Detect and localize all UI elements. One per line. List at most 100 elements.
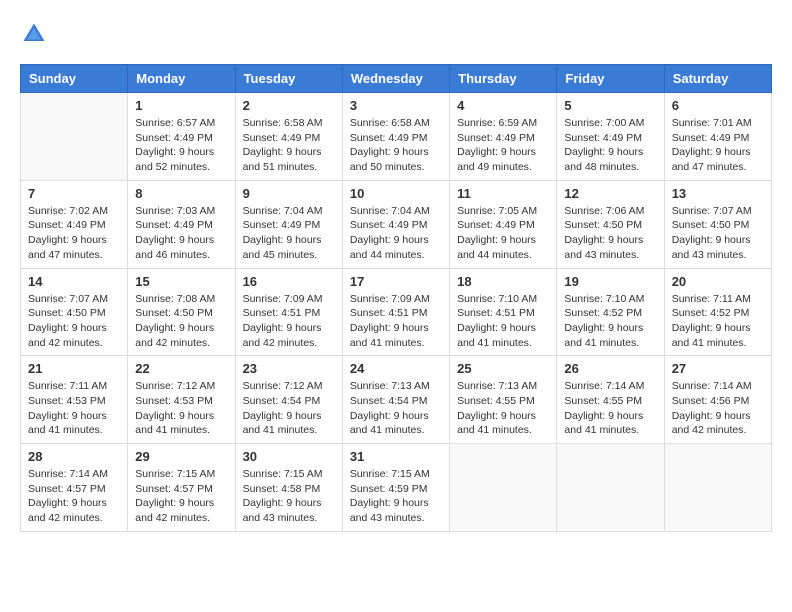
logo <box>20 20 52 48</box>
day-number: 31 <box>350 449 442 464</box>
weekday-header: Saturday <box>664 65 771 93</box>
day-number: 3 <box>350 98 442 113</box>
day-info: Sunrise: 7:12 AMSunset: 4:53 PMDaylight:… <box>135 379 227 438</box>
calendar-cell: 30 Sunrise: 7:15 AMSunset: 4:58 PMDayligh… <box>235 444 342 532</box>
day-info: Sunrise: 7:09 AMSunset: 4:51 PMDaylight:… <box>243 292 335 351</box>
calendar-cell: 10 Sunrise: 7:04 AMSunset: 4:49 PMDayligh… <box>342 180 449 268</box>
day-number: 15 <box>135 274 227 289</box>
day-number: 2 <box>243 98 335 113</box>
calendar-cell: 28 Sunrise: 7:14 AMSunset: 4:57 PMDayligh… <box>21 444 128 532</box>
day-number: 22 <box>135 361 227 376</box>
day-number: 21 <box>28 361 120 376</box>
day-number: 16 <box>243 274 335 289</box>
day-number: 17 <box>350 274 442 289</box>
weekday-header: Friday <box>557 65 664 93</box>
day-number: 10 <box>350 186 442 201</box>
day-info: Sunrise: 6:57 AMSunset: 4:49 PMDaylight:… <box>135 116 227 175</box>
day-number: 25 <box>457 361 549 376</box>
day-info: Sunrise: 7:01 AMSunset: 4:49 PMDaylight:… <box>672 116 764 175</box>
day-number: 13 <box>672 186 764 201</box>
calendar-cell: 15 Sunrise: 7:08 AMSunset: 4:50 PMDayligh… <box>128 268 235 356</box>
day-info: Sunrise: 7:15 AMSunset: 4:58 PMDaylight:… <box>243 467 335 526</box>
page-header <box>20 20 772 48</box>
calendar-week-row: 7 Sunrise: 7:02 AMSunset: 4:49 PMDaylight… <box>21 180 772 268</box>
day-info: Sunrise: 7:06 AMSunset: 4:50 PMDaylight:… <box>564 204 656 263</box>
logo-icon <box>20 20 48 48</box>
day-number: 11 <box>457 186 549 201</box>
weekday-header: Tuesday <box>235 65 342 93</box>
day-number: 18 <box>457 274 549 289</box>
calendar-cell: 5 Sunrise: 7:00 AMSunset: 4:49 PMDaylight… <box>557 93 664 181</box>
calendar-table: SundayMondayTuesdayWednesdayThursdayFrid… <box>20 64 772 532</box>
day-info: Sunrise: 7:14 AMSunset: 4:56 PMDaylight:… <box>672 379 764 438</box>
day-info: Sunrise: 7:13 AMSunset: 4:55 PMDaylight:… <box>457 379 549 438</box>
calendar-week-row: 1 Sunrise: 6:57 AMSunset: 4:49 PMDaylight… <box>21 93 772 181</box>
day-info: Sunrise: 7:14 AMSunset: 4:57 PMDaylight:… <box>28 467 120 526</box>
calendar-cell: 23Sunrise: 7:12 AMSunset: 4:54 PMDayligh… <box>235 356 342 444</box>
day-info: Sunrise: 7:14 AMSunset: 4:55 PMDaylight:… <box>564 379 656 438</box>
day-number: 26 <box>564 361 656 376</box>
day-number: 1 <box>135 98 227 113</box>
calendar-cell: 22 Sunrise: 7:12 AMSunset: 4:53 PMDayligh… <box>128 356 235 444</box>
day-info: Sunrise: 6:58 AMSunset: 4:49 PMDaylight:… <box>350 116 442 175</box>
day-info: Sunrise: 7:13 AMSunset: 4:54 PMDaylight:… <box>350 379 442 438</box>
day-number: 24 <box>350 361 442 376</box>
calendar-cell <box>664 444 771 532</box>
calendar-cell: 18 Sunrise: 7:10 AMSunset: 4:51 PMDayligh… <box>450 268 557 356</box>
calendar-cell: 29Sunrise: 7:15 AMSunset: 4:57 PMDayligh… <box>128 444 235 532</box>
calendar-week-row: 21 Sunrise: 7:11 AMSunset: 4:53 PMDayligh… <box>21 356 772 444</box>
day-number: 5 <box>564 98 656 113</box>
day-info: Sunrise: 7:11 AMSunset: 4:53 PMDaylight:… <box>28 379 120 438</box>
day-number: 19 <box>564 274 656 289</box>
calendar-cell: 13Sunrise: 7:07 AMSunset: 4:50 PMDayligh… <box>664 180 771 268</box>
calendar-cell: 21 Sunrise: 7:11 AMSunset: 4:53 PMDayligh… <box>21 356 128 444</box>
calendar-cell: 25 Sunrise: 7:13 AMSunset: 4:55 PMDayligh… <box>450 356 557 444</box>
calendar-cell: 19 Sunrise: 7:10 AMSunset: 4:52 PMDayligh… <box>557 268 664 356</box>
day-info: Sunrise: 7:10 AMSunset: 4:52 PMDaylight:… <box>564 292 656 351</box>
day-info: Sunrise: 7:10 AMSunset: 4:51 PMDaylight:… <box>457 292 549 351</box>
day-info: Sunrise: 7:11 AMSunset: 4:52 PMDaylight:… <box>672 292 764 351</box>
day-info: Sunrise: 7:04 AMSunset: 4:49 PMDaylight:… <box>350 204 442 263</box>
day-number: 12 <box>564 186 656 201</box>
calendar-cell: 3 Sunrise: 6:58 AMSunset: 4:49 PMDaylight… <box>342 93 449 181</box>
day-info: Sunrise: 7:04 AMSunset: 4:49 PMDaylight:… <box>243 204 335 263</box>
day-info: Sunrise: 7:07 AMSunset: 4:50 PMDaylight:… <box>28 292 120 351</box>
day-number: 28 <box>28 449 120 464</box>
day-number: 6 <box>672 98 764 113</box>
calendar-cell: 2 Sunrise: 6:58 AMSunset: 4:49 PMDaylight… <box>235 93 342 181</box>
day-number: 8 <box>135 186 227 201</box>
day-info: Sunrise: 7:08 AMSunset: 4:50 PMDaylight:… <box>135 292 227 351</box>
day-number: 27 <box>672 361 764 376</box>
day-info: Sunrise: 6:59 AMSunset: 4:49 PMDaylight:… <box>457 116 549 175</box>
day-number: 14 <box>28 274 120 289</box>
day-info: Sunrise: 7:03 AMSunset: 4:49 PMDaylight:… <box>135 204 227 263</box>
calendar-cell: 27 Sunrise: 7:14 AMSunset: 4:56 PMDayligh… <box>664 356 771 444</box>
calendar-cell: 20 Sunrise: 7:11 AMSunset: 4:52 PMDayligh… <box>664 268 771 356</box>
day-info: Sunrise: 7:02 AMSunset: 4:49 PMDaylight:… <box>28 204 120 263</box>
calendar-cell: 8 Sunrise: 7:03 AMSunset: 4:49 PMDaylight… <box>128 180 235 268</box>
day-number: 20 <box>672 274 764 289</box>
calendar-cell: 14 Sunrise: 7:07 AMSunset: 4:50 PMDayligh… <box>21 268 128 356</box>
day-info: Sunrise: 7:15 AMSunset: 4:59 PMDaylight:… <box>350 467 442 526</box>
weekday-header: Monday <box>128 65 235 93</box>
day-number: 7 <box>28 186 120 201</box>
weekday-header: Wednesday <box>342 65 449 93</box>
calendar-cell: 24 Sunrise: 7:13 AMSunset: 4:54 PMDayligh… <box>342 356 449 444</box>
day-info: Sunrise: 7:05 AMSunset: 4:49 PMDaylight:… <box>457 204 549 263</box>
day-number: 29 <box>135 449 227 464</box>
calendar-cell: 4 Sunrise: 6:59 AMSunset: 4:49 PMDaylight… <box>450 93 557 181</box>
calendar-cell: 11 Sunrise: 7:05 AMSunset: 4:49 PMDayligh… <box>450 180 557 268</box>
calendar-cell: 9Sunrise: 7:04 AMSunset: 4:49 PMDaylight… <box>235 180 342 268</box>
calendar-cell: 12 Sunrise: 7:06 AMSunset: 4:50 PMDayligh… <box>557 180 664 268</box>
calendar-cell: 6 Sunrise: 7:01 AMSunset: 4:49 PMDaylight… <box>664 93 771 181</box>
day-number: 4 <box>457 98 549 113</box>
weekday-header: Sunday <box>21 65 128 93</box>
day-info: Sunrise: 6:58 AMSunset: 4:49 PMDaylight:… <box>243 116 335 175</box>
calendar-cell: 7 Sunrise: 7:02 AMSunset: 4:49 PMDaylight… <box>21 180 128 268</box>
calendar-cell <box>557 444 664 532</box>
calendar-cell: 17Sunrise: 7:09 AMSunset: 4:51 PMDayligh… <box>342 268 449 356</box>
day-number: 23 <box>243 361 335 376</box>
calendar-header-row: SundayMondayTuesdayWednesdayThursdayFrid… <box>21 65 772 93</box>
day-number: 30 <box>243 449 335 464</box>
day-info: Sunrise: 7:00 AMSunset: 4:49 PMDaylight:… <box>564 116 656 175</box>
